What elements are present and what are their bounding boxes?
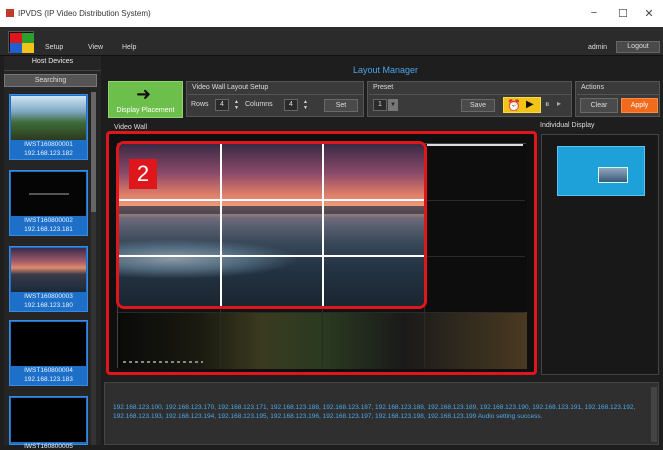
host-devices-header: Host Devices (31, 58, 74, 65)
actions-group: Actions Clear Apply (575, 81, 660, 117)
preset-control-group: ⏰ ▶ (503, 97, 541, 113)
individual-display-label: Individual Display (540, 122, 595, 129)
selection-grid-line (119, 199, 424, 201)
host-thumbnail (11, 248, 86, 292)
maximize-button[interactable]: ☐ (613, 7, 633, 20)
searching-button[interactable]: Searching (4, 74, 97, 87)
host-ip: 192.168.123.181 (24, 226, 73, 233)
selection-grid-line (322, 144, 324, 306)
selection-number-badge: 2 (129, 159, 157, 189)
menu-bar: Setup View Help admin Logout (0, 27, 663, 56)
host-card[interactable]: IWST160800001 192.168.123.182 (9, 94, 88, 160)
wall-grid-line (118, 312, 525, 313)
step-icon[interactable]: ⏸ (545, 99, 555, 111)
rows-stepper[interactable]: ▲ ▼ (232, 99, 241, 111)
columns-input[interactable]: 4 (284, 99, 298, 111)
host-thumbnail (11, 96, 86, 140)
host-card[interactable]: IWST160800002 192.168.123.181 (9, 170, 88, 236)
host-name: IWST160800003 (24, 293, 73, 300)
host-ip: 192.168.123.183 (24, 376, 73, 383)
layout-setup-title: Video Wall Layout Setup (192, 84, 269, 91)
menu-setup[interactable]: Setup (45, 44, 63, 51)
log-panel: 192.168.123.100, 192.168.123.170, 192.16… (104, 382, 659, 445)
host-card[interactable]: IWST160800003 192.168.123.180 (9, 246, 88, 312)
host-thumbnail (11, 172, 86, 216)
host-ip: 192.168.123.180 (24, 302, 73, 309)
host-card[interactable]: IWST160800005 (9, 396, 88, 450)
selection-grid-line (220, 144, 222, 306)
preset-select[interactable]: 1 (373, 99, 387, 111)
minimize-button[interactable]: − (584, 7, 604, 19)
video-wall-label: Video Wall (114, 124, 148, 131)
host-name: IWST160800005 (24, 443, 73, 450)
host-thumbnail (11, 322, 86, 366)
dropdown-icon[interactable]: ▼ (388, 99, 398, 111)
menu-help[interactable]: Help (122, 44, 136, 51)
close-button[interactable]: ✕ (639, 7, 659, 20)
app-icon (6, 9, 14, 17)
host-ip: 192.168.123.182 (24, 150, 73, 157)
set-button[interactable]: Set (324, 99, 358, 112)
display-placement-button[interactable]: ➜ Display Placement (108, 81, 183, 118)
horizon-line (119, 206, 424, 214)
layout-manager-title: Layout Manager (352, 65, 419, 75)
host-name: IWST160800002 (24, 217, 73, 224)
wall-top-highlight (427, 144, 523, 146)
wall-right-content (426, 144, 527, 312)
window-title-bar: IPVDS (IP Video Distribution System) − ☐… (0, 0, 663, 27)
display-preview-icon (598, 167, 628, 183)
host-name: IWST160800001 (24, 141, 73, 148)
next-icon[interactable]: ▸ (557, 99, 567, 111)
clock-icon[interactable]: ⏰ (507, 99, 521, 112)
host-name: IWST160800004 (24, 367, 73, 374)
host-card[interactable]: IWST160800004 192.168.123.183 (9, 320, 88, 386)
rows-input[interactable]: 4 (215, 99, 229, 111)
clear-button[interactable]: Clear (580, 98, 618, 113)
apply-button[interactable]: Apply (621, 98, 658, 113)
wall-status-strip (123, 361, 203, 363)
logo-icon (8, 31, 34, 53)
wave-foam (119, 239, 299, 279)
columns-stepper[interactable]: ▲ ▼ (301, 99, 310, 111)
preset-group: Preset 1 ▼ Save ⏰ ▶ ⏸ ▸ (367, 81, 572, 117)
sunset-video-preview (119, 144, 424, 306)
layout-setup-group: Video Wall Layout Setup Rows 4 ▲ ▼ Column… (186, 81, 364, 117)
selected-display-region[interactable]: 2 (116, 141, 427, 309)
window-title: IPVDS (IP Video Distribution System) (18, 9, 151, 18)
selection-grid-line (119, 255, 424, 257)
username: admin (588, 44, 608, 51)
log-scrollbar[interactable] (651, 387, 657, 442)
preset-save-button[interactable]: Save (461, 99, 495, 112)
actions-title: Actions (581, 84, 604, 91)
arrow-right-icon: ➜ (136, 84, 152, 104)
host-thumbnail (11, 398, 86, 442)
menu-view[interactable]: View (88, 44, 103, 51)
rows-label: Rows (191, 101, 209, 108)
logout-button[interactable]: Logout (616, 41, 660, 53)
log-text: 192.168.123.100, 192.168.123.170, 192.16… (113, 404, 636, 420)
host-list-scrollbar[interactable] (91, 92, 96, 445)
individual-display-thumbnail[interactable] (557, 146, 645, 196)
preset-title: Preset (373, 84, 394, 91)
play-icon[interactable]: ▶ (526, 99, 534, 110)
columns-label: Columns (245, 101, 273, 108)
display-placement-label: Display Placement (116, 107, 175, 114)
